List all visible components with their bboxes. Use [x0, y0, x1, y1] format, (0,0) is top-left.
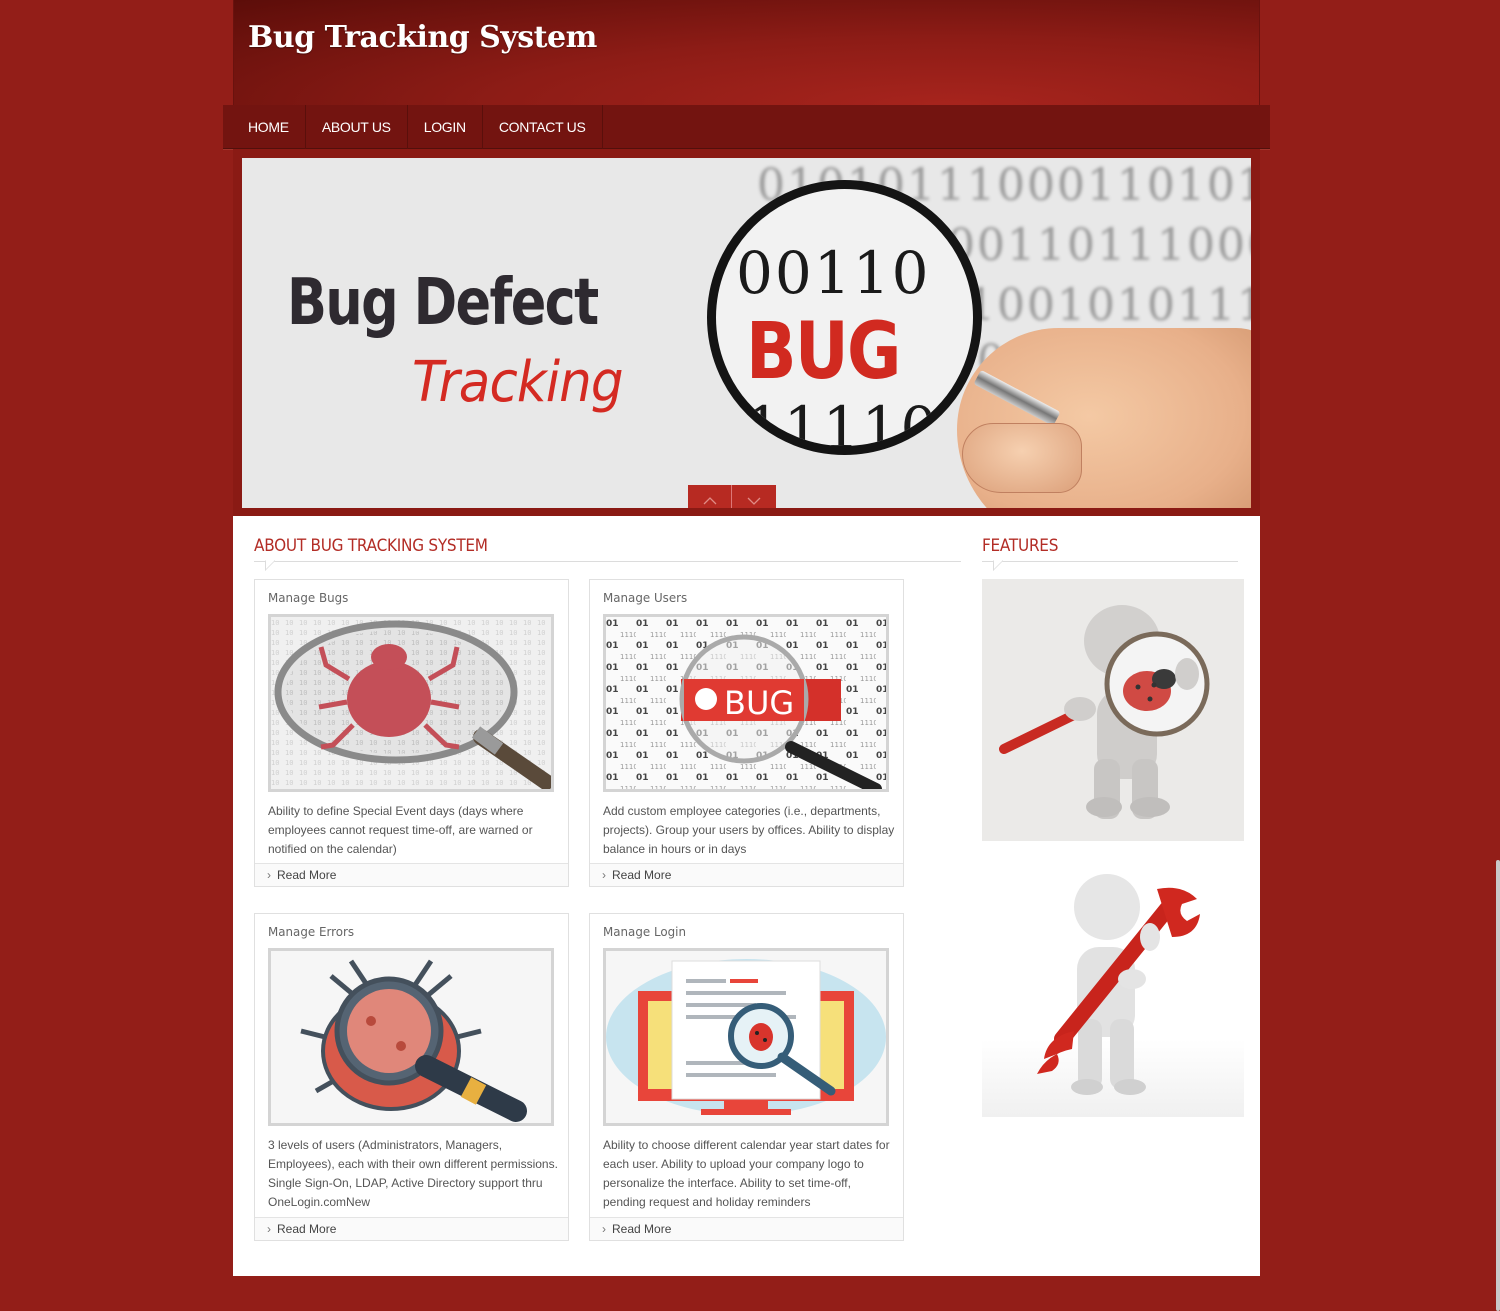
lens-bug-text: BUG — [746, 307, 901, 397]
read-more-link[interactable]: › Read More — [590, 1217, 903, 1240]
card-description: Ability to define Special Event days (da… — [268, 804, 533, 856]
binary-text: 00110111000011100 — [947, 220, 1251, 271]
hero-slide-image: Bug Defect Tracking 01010111000110101000… — [242, 158, 1251, 508]
chevron-right-icon: › — [267, 868, 271, 882]
figure-wrench-icon — [982, 859, 1244, 1117]
binary-bug-magnifier-icon: 01 1110 BUG — [603, 614, 889, 792]
thumb-illustration — [962, 423, 1082, 493]
card-manage-errors: Manage Errors 3 levels of users (Adminis… — [254, 913, 569, 1241]
card-manage-bugs: Manage Bugs 10 — [254, 579, 569, 887]
slide-title-line2: Tracking — [412, 350, 624, 415]
chevron-right-icon: › — [602, 868, 606, 882]
slider-next-button[interactable] — [732, 485, 776, 508]
card-description: 3 levels of users (Administrators, Manag… — [268, 1138, 558, 1209]
lens-binary-text: 00110 — [736, 239, 931, 307]
card-manage-login: Manage Login Ability to choose different… — [589, 913, 904, 1241]
magnifier-bug-icon: 10 — [268, 614, 554, 792]
binary-text: 1001010111 — [967, 280, 1251, 331]
heading-divider — [254, 561, 961, 562]
read-more-link[interactable]: › Read More — [590, 863, 903, 886]
features-heading: FEATURES — [982, 536, 1059, 556]
card-manage-users: Manage Users 01 1110 BUG Add custom e — [589, 579, 904, 887]
figure-magnifier-ladybug-icon — [982, 579, 1244, 841]
slide-title-line1: Bug Defect — [287, 266, 599, 340]
chevron-up-icon — [703, 497, 716, 505]
slider-prev-button[interactable] — [688, 485, 732, 508]
card-title: Manage Errors — [268, 924, 355, 939]
main-nav: HOME ABOUT US LOGIN CONTACT US — [223, 105, 1270, 149]
ladybug-magnifier-icon — [268, 948, 554, 1126]
chevron-right-icon: › — [267, 1222, 271, 1236]
read-more-label: Read More — [612, 1222, 672, 1236]
nav-item-login[interactable]: LOGIN — [408, 105, 483, 149]
nav-item-home[interactable]: HOME — [223, 105, 306, 149]
slider-controls — [688, 485, 776, 508]
card-description: Add custom employee categories (i.e., de… — [603, 804, 895, 856]
card-title: Manage Bugs — [268, 590, 349, 605]
read-more-label: Read More — [277, 1222, 337, 1236]
read-more-label: Read More — [277, 868, 337, 882]
page-scrollbar[interactable] — [1496, 860, 1500, 1311]
monitor-bug-search-icon — [603, 948, 889, 1126]
chevron-right-icon: › — [602, 1222, 606, 1236]
site-header: Bug Tracking System — [233, 0, 1260, 105]
site-title: Bug Tracking System — [248, 20, 597, 55]
read-more-link[interactable]: › Read More — [255, 1217, 568, 1240]
lens-binary-text: 0111101 — [707, 394, 979, 455]
magnifier-lens-icon: 00110 BUG 0111101 — [707, 180, 982, 455]
chevron-down-icon — [747, 497, 761, 505]
card-title: Manage Login — [603, 924, 686, 939]
nav-item-about-us[interactable]: ABOUT US — [306, 105, 408, 149]
about-heading: ABOUT BUG TRACKING SYSTEM — [254, 536, 488, 556]
card-description: Ability to choose different calendar yea… — [603, 1138, 890, 1209]
hero-slider: Bug Defect Tracking 01010111000110101000… — [233, 149, 1260, 516]
card-title: Manage Users — [603, 590, 688, 605]
bug-label: BUG — [724, 684, 794, 722]
main-content: ABOUT BUG TRACKING SYSTEM FEATURES Manag… — [233, 516, 1260, 1276]
nav-item-contact-us[interactable]: CONTACT US — [483, 105, 603, 149]
heading-divider — [982, 561, 1238, 562]
read-more-link[interactable]: › Read More — [255, 863, 568, 886]
read-more-label: Read More — [612, 868, 672, 882]
